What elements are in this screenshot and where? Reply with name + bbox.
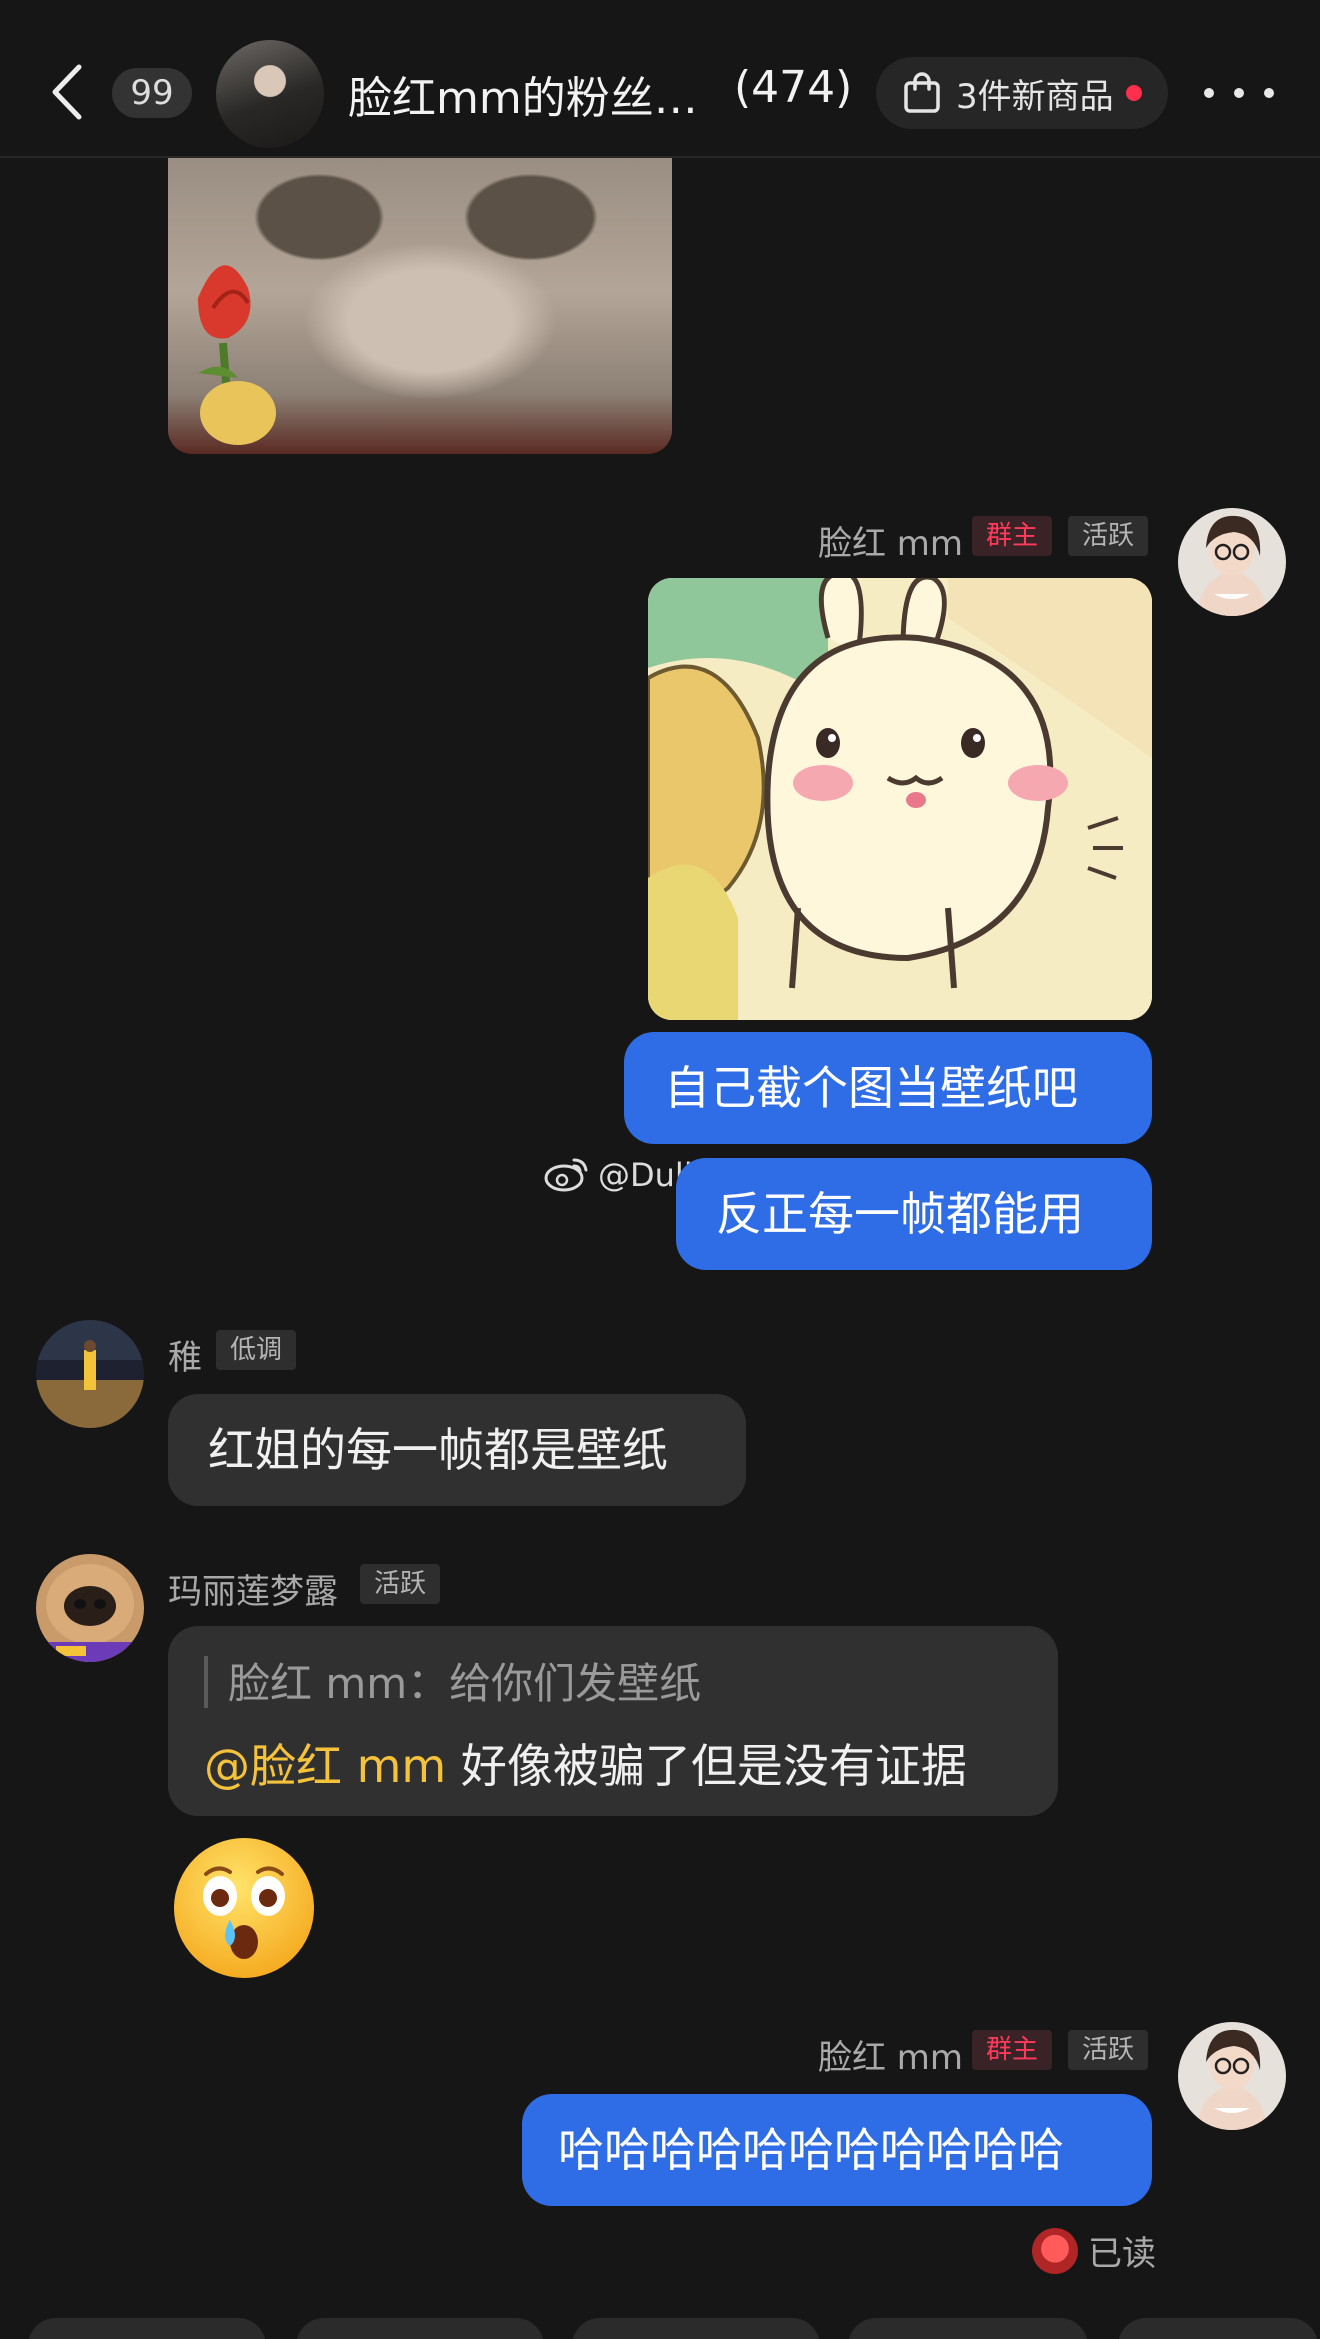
message-bubble[interactable]: 自己截个图当壁纸吧 <box>624 1032 1152 1144</box>
activity-tag: 活跃 <box>1068 2030 1149 2070</box>
reply-text: @脸红 mm 好像被骗了但是没有证据 <box>204 1730 967 1796</box>
new-products-button[interactable]: 3件新商品 <box>876 57 1168 129</box>
sender-avatar[interactable] <box>36 1554 144 1662</box>
sender-name: 玛丽莲梦露 <box>168 1572 338 1612</box>
sender-avatar[interactable] <box>1178 2022 1286 2130</box>
sender-name: 稚 <box>168 1338 202 1378</box>
more-dot <box>1234 88 1244 98</box>
sender-avatar[interactable] <box>1178 508 1286 616</box>
more-options-button[interactable] <box>1204 76 1274 110</box>
crying-surprised-emoji[interactable] <box>170 1834 318 1982</box>
rabbit-drawing <box>648 578 1152 1020</box>
read-receipt[interactable]: 已读 <box>1032 2226 1156 2275</box>
avatar-arena <box>36 1320 144 1428</box>
back-chevron-icon <box>52 64 82 120</box>
owner-tag: 群主 <box>972 516 1053 556</box>
group-title[interactable]: 脸红mm的粉丝… <box>348 62 698 126</box>
mention-link[interactable]: @脸红 mm <box>204 1739 446 1793</box>
message-bubble[interactable]: 反正每一帧都能用 <box>676 1158 1152 1270</box>
read-label: 已读 <box>1088 2234 1156 2274</box>
activity-tag: 活跃 <box>360 1564 441 1604</box>
sender-name: 脸红 mm <box>818 524 964 564</box>
reader-avatar <box>1032 2227 1078 2274</box>
member-count: (474) <box>734 62 853 113</box>
quick-chip[interactable] <box>572 2318 820 2339</box>
sender-name: 脸红 mm <box>818 2038 964 2078</box>
activity-tag: 活跃 <box>1068 516 1149 556</box>
message-bubble[interactable]: 红姐的每一帧都是壁纸 <box>168 1394 746 1506</box>
avatar-dog <box>36 1554 144 1662</box>
cat-rose-drawing <box>198 265 276 445</box>
unread-count-badge[interactable]: 99 <box>112 68 192 118</box>
cat-sticker-image[interactable] <box>168 158 672 454</box>
quick-chip[interactable] <box>848 2318 1088 2339</box>
more-dots-icon <box>1204 88 1214 98</box>
more-dot <box>1264 88 1274 98</box>
message-bubble[interactable]: 哈哈哈哈哈哈哈哈哈哈哈 <box>522 2094 1152 2206</box>
activity-tag: 低调 <box>216 1330 297 1370</box>
quick-chip[interactable] <box>296 2318 544 2339</box>
weibo-icon <box>544 1158 588 1192</box>
reply-body: 好像被骗了但是没有证据 <box>446 1739 967 1793</box>
shopping-bag-icon <box>904 72 940 113</box>
rabbit-sticker-image[interactable] <box>648 578 1152 1020</box>
group-avatar[interactable] <box>216 40 324 148</box>
new-items-dot <box>1125 85 1142 101</box>
owner-tag: 群主 <box>972 2030 1053 2070</box>
sender-avatar[interactable] <box>36 1320 144 1428</box>
avatar-portrait <box>1178 508 1286 616</box>
chat-header: 99 脸红mm的粉丝… (474) 3件新商品 <box>0 0 1320 158</box>
quick-chip[interactable] <box>28 2318 266 2339</box>
quoted-message[interactable]: 脸红 mm：给你们发壁纸 <box>228 1650 701 1711</box>
quick-chip[interactable] <box>1118 2318 1318 2339</box>
avatar-portrait <box>1178 2022 1286 2130</box>
reply-message-bubble[interactable]: 脸红 mm：给你们发壁纸 @脸红 mm 好像被骗了但是没有证据 <box>168 1626 1058 1816</box>
quote-bar <box>204 1656 208 1708</box>
back-button[interactable] <box>42 60 92 124</box>
new-products-label: 3件新商品 <box>956 76 1114 117</box>
